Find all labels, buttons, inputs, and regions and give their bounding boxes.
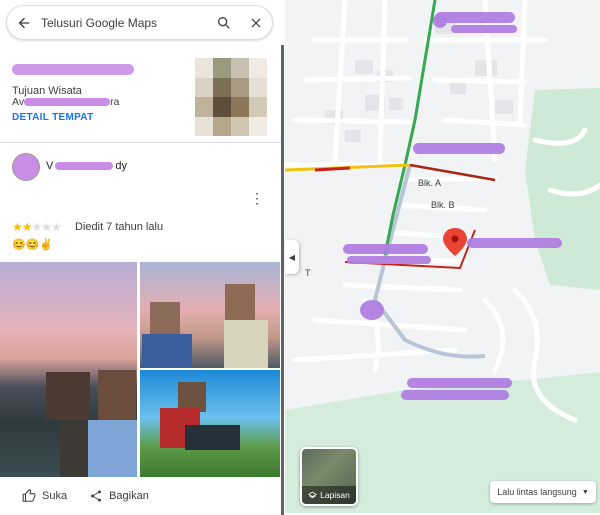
panel-scrollbar[interactable] <box>281 45 284 515</box>
map-pin-icon <box>443 228 467 256</box>
thumb-up-icon <box>22 488 36 502</box>
address-prefix: Av <box>12 96 25 108</box>
place-name-redacted <box>12 64 134 75</box>
review-photo-2[interactable] <box>140 262 280 368</box>
reviewer-name-prefix: V <box>46 160 54 172</box>
map-label-redacted <box>347 256 431 264</box>
layers-label: Lapisan <box>320 490 350 500</box>
share-button[interactable]: Bagikan <box>89 489 149 503</box>
map-label-redacted <box>401 390 509 400</box>
block-b-label: Blk. B <box>431 200 455 210</box>
traffic-dropdown[interactable]: Lalu lintas langsung ▼ <box>490 481 596 503</box>
layers-icon <box>308 491 318 498</box>
close-icon[interactable] <box>240 16 272 30</box>
detail-place-link[interactable]: DETAIL TEMPAT <box>12 112 94 123</box>
map-canvas[interactable]: Blk. A Blk. B T <box>285 0 600 513</box>
map-label-redacted <box>467 238 562 248</box>
block-a-label: Blk. A <box>418 178 442 188</box>
section-divider <box>0 142 283 143</box>
map-roads <box>285 0 600 513</box>
reviewer-name-redacted <box>55 162 114 170</box>
map-label-redacted <box>407 378 512 388</box>
star-icon: ★ <box>41 220 52 234</box>
avatar[interactable] <box>12 153 40 181</box>
like-button[interactable]: Suka <box>22 488 68 503</box>
review-date: Diedit 7 tahun lalu <box>75 221 164 233</box>
star-icon: ★ <box>31 220 43 234</box>
star-rating: ★★★★★ <box>12 220 62 234</box>
layers-button[interactable]: Lapisan <box>300 447 358 506</box>
map-label-redacted <box>451 25 517 33</box>
more-vert-icon[interactable]: ⋮ <box>250 190 264 207</box>
reviewer-name[interactable]: Vdy <box>46 160 127 172</box>
address-suffix: ra <box>110 96 120 108</box>
like-label: Suka <box>42 489 68 502</box>
review-photo-1[interactable] <box>0 262 137 477</box>
map-label-redacted <box>343 244 428 254</box>
map-poi-redacted <box>433 14 447 28</box>
share-label: Bagikan <box>109 489 149 502</box>
dropdown-caret-icon: ▼ <box>581 488 589 496</box>
map-label-redacted <box>413 143 505 154</box>
collapse-panel-button[interactable]: ◀ <box>285 240 299 274</box>
map-poi-redacted <box>360 300 384 320</box>
back-arrow-icon[interactable] <box>7 15 41 31</box>
review-actions: Suka Bagikan <box>0 478 283 513</box>
chevron-left-icon: ◀ <box>288 252 296 262</box>
share-icon <box>91 489 102 502</box>
star-icon: ★ <box>21 220 33 234</box>
place-panel: Telusuri Google Maps Tujuan Wisata Av ra … <box>0 0 283 513</box>
star-icon: ★ <box>51 220 62 234</box>
traffic-label: Lalu lintas langsung <box>497 487 577 497</box>
review-photo-3[interactable] <box>140 370 280 477</box>
map-label-redacted <box>435 12 515 23</box>
layers-caption: Lapisan <box>302 486 356 504</box>
review-text: 😊😊✌ <box>12 239 54 251</box>
search-box[interactable]: Telusuri Google Maps <box>6 5 273 40</box>
place-thumbnail[interactable] <box>195 58 267 136</box>
place-address: Av ra <box>12 96 119 108</box>
street-label-t: T <box>305 268 311 278</box>
address-redacted <box>24 98 111 107</box>
search-input[interactable]: Telusuri Google Maps <box>41 16 208 30</box>
search-icon[interactable] <box>208 15 240 31</box>
reviewer-name-suffix: dy <box>115 160 127 172</box>
star-icon: ★ <box>12 220 23 234</box>
